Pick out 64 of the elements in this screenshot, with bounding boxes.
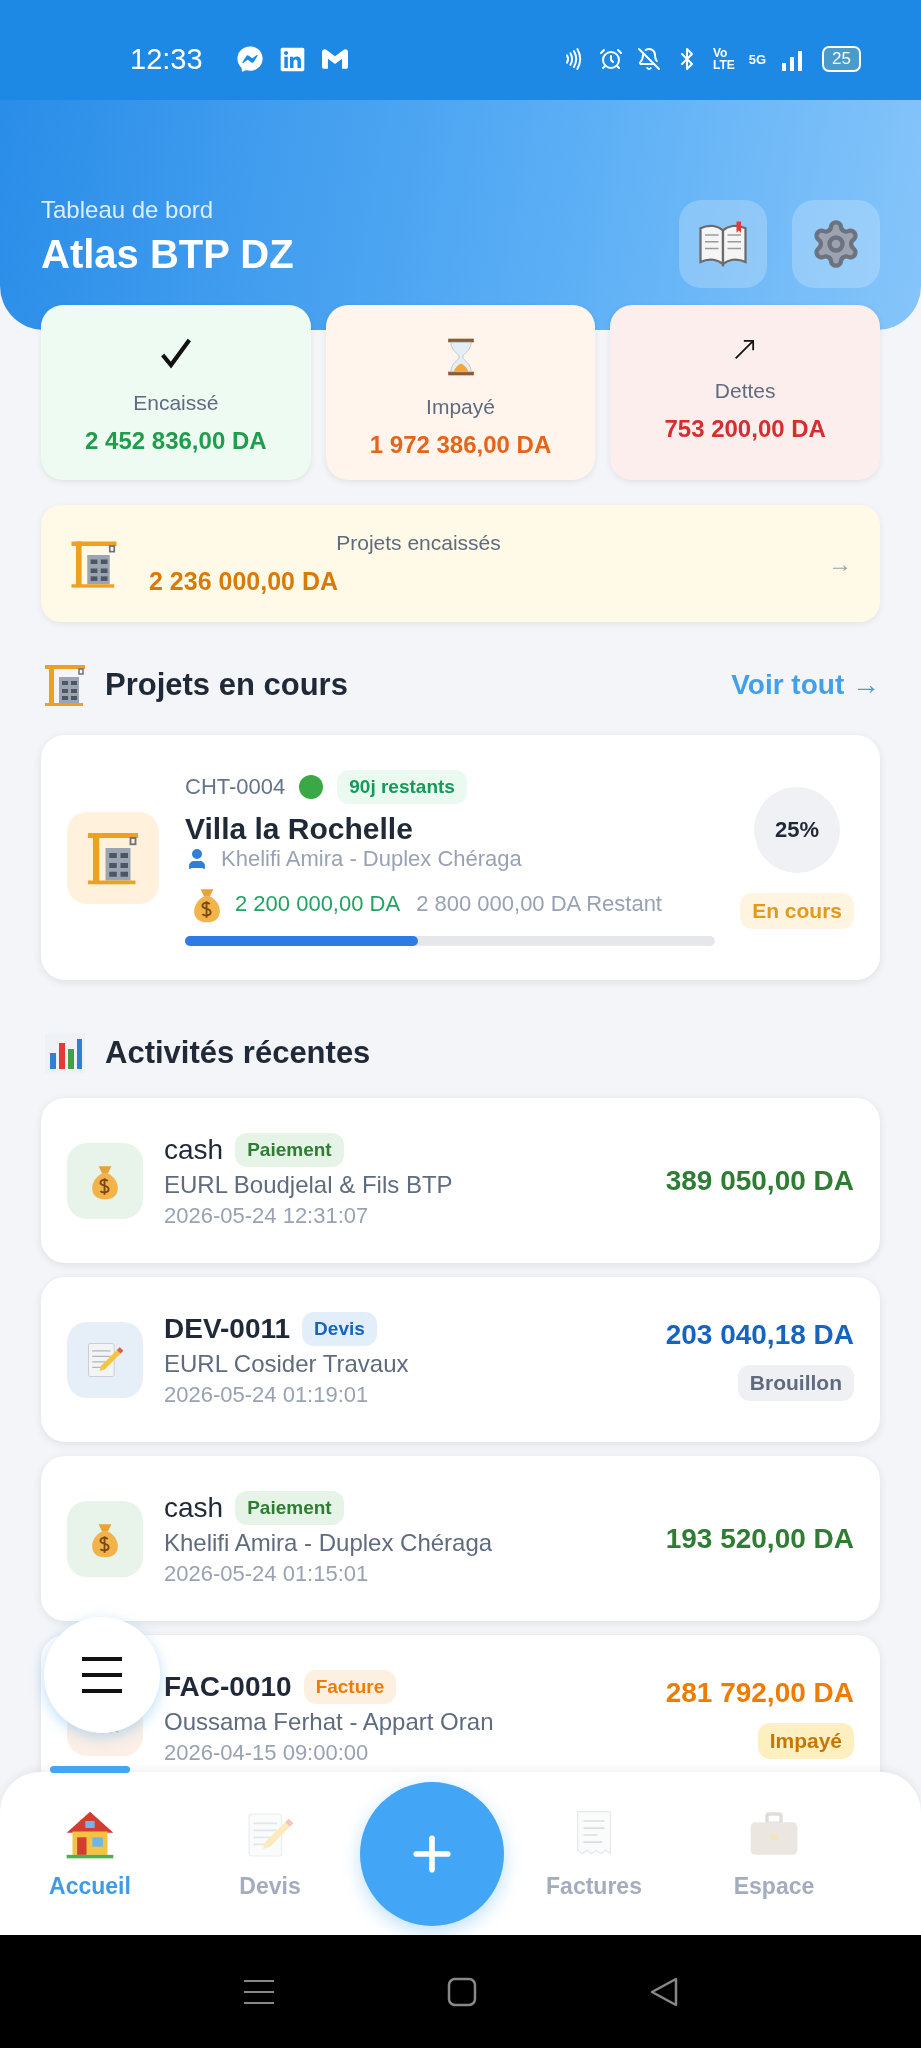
activity-type-tag: Devis — [302, 1311, 377, 1346]
section-title: Projets en cours — [105, 667, 348, 703]
stat-value: 1 972 386,00 DA — [369, 431, 552, 459]
stat-label: Impayé — [426, 395, 495, 419]
project-card[interactable]: CHT-0004 90j restants Villa la Rochelle Khelifi Amira - Duplex Chéraga 2 200 000,00 DA 2 800 000,00 DA Restant 25% En cours — [41, 735, 880, 980]
activity-date: 2026-04-15 09:00:00 — [164, 1739, 370, 1766]
volte-indicator: Vo LTE — [712, 47, 735, 71]
status-dot-icon — [297, 772, 326, 801]
activity-client: Khelifi Amira - Duplex Chéraga — [164, 1528, 493, 1557]
project-code: CHT-0004 — [185, 773, 286, 800]
mail-icon — [321, 46, 348, 72]
activity-card[interactable]: FAC-0010 Facture Oussama Ferhat - Appart Oran 2026-04-15 09:00:00 281 792,00 DA Impayé — [41, 1635, 880, 1772]
remaining-amount: 2 800 000,00 DA Restant — [416, 890, 662, 917]
activity-date: 2026-05-24 01:19:01 — [164, 1381, 370, 1408]
settings-button[interactable] — [792, 200, 880, 288]
messenger-icon — [236, 46, 263, 72]
activity-amount: 203 040,18 DA — [665, 1318, 854, 1351]
stat-label: Dettes — [714, 379, 776, 403]
home-icon — [445, 1975, 478, 2008]
activity-card[interactable]: cash Paiement Khelifi Amira - Duplex Chéraga 2026-05-24 01:15:01 193 520,00 DA — [41, 1456, 880, 1621]
activity-type-tag: Facture — [303, 1669, 397, 1704]
activity-amount: 193 520,00 DA — [665, 1522, 854, 1555]
battery-level: 25 — [822, 46, 861, 72]
activity-date: 2026-05-24 01:15:01 — [164, 1560, 370, 1587]
linkedin-icon — [278, 45, 306, 73]
activity-amount: 281 792,00 DA — [665, 1676, 854, 1709]
project-name: Villa la Rochelle — [185, 811, 414, 846]
network-type: 5G — [748, 51, 767, 67]
paid-amount: 2 200 000,00 DA — [235, 890, 401, 917]
activity-type-tag: Paiement — [235, 1132, 344, 1167]
stat-value: 753 200,00 DA — [664, 415, 826, 443]
status-badge: En cours — [740, 892, 854, 929]
activity-title: FAC-0010 — [164, 1670, 292, 1703]
stat-label: Encaissé — [133, 391, 219, 415]
activity-title: cash — [164, 1133, 224, 1166]
add-button[interactable] — [360, 1781, 504, 1926]
activity-title: cash — [164, 1491, 224, 1524]
project-client: Khelifi Amira - Duplex Chéraga — [221, 845, 522, 872]
guide-button[interactable] — [679, 200, 767, 288]
activity-client: EURL Cosider Travaux — [164, 1349, 409, 1378]
activity-date: 2026-05-24 12:31:07 — [164, 1202, 370, 1229]
header-subtitle: Tableau de bord — [41, 196, 215, 224]
activity-client: Oussama Ferhat - Appart Oran — [164, 1707, 494, 1736]
bell-off-icon — [636, 47, 661, 71]
status-time: 12:33 — [130, 42, 203, 76]
activity-card[interactable]: cash Paiement EURL Boudjelal & Fils BTP 2026-05-24 12:31:07 389 050,00 DA — [41, 1098, 880, 1263]
activity-amount: 389 050,00 DA — [665, 1164, 854, 1197]
nav-tab[interactable]: Accueil — [0, 1783, 180, 1924]
activity-card[interactable]: DEV-0011 Devis EURL Cosider Travaux 2026-05-24 01:19:01 203 040,18 DA Brouillon — [41, 1277, 880, 1442]
activity-client: EURL Boudjelal & Fils BTP — [164, 1170, 453, 1199]
arrow-glyph: → — [828, 549, 852, 578]
stat-value: 2 452 836,00 DA — [85, 427, 267, 455]
activity-title: DEV-0011 — [164, 1312, 291, 1345]
projects-collected-card[interactable]: Projets encaissés 2 236 000,00 DA → — [41, 505, 880, 622]
status-badge: Brouillon — [737, 1364, 854, 1401]
alarm-icon — [598, 47, 623, 71]
progress-percent: 25% — [754, 786, 841, 873]
status-badge: Impayé — [757, 1722, 854, 1759]
card-value: 2 236 000,00 DA — [149, 567, 340, 596]
card-label: Projets encaissés — [336, 531, 501, 555]
company-name: Atlas BTP DZ — [41, 232, 294, 277]
section-title: Activités récentes — [105, 1035, 371, 1071]
days-left-badge: 90j restants — [337, 769, 467, 804]
activity-type-tag: Paiement — [235, 1490, 344, 1525]
